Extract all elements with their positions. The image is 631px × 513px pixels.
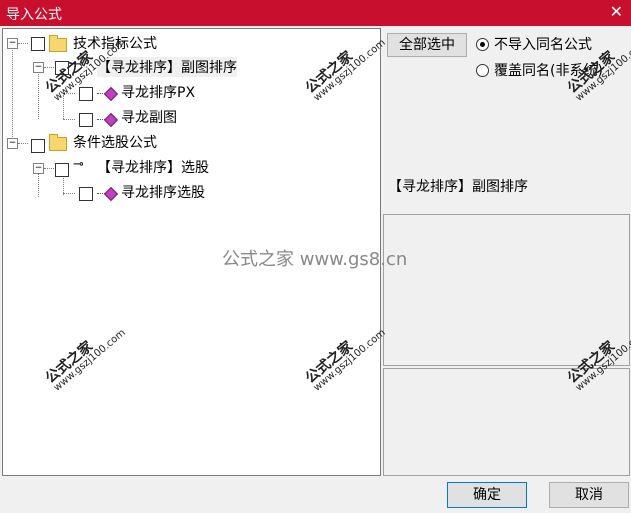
tree-line: [12, 43, 13, 143]
key-icon: ⊸: [73, 157, 84, 172]
tree-node-label[interactable]: 条件选股公式: [73, 132, 157, 152]
tree-node-label[interactable]: 【寻龙排序】选股: [97, 157, 209, 177]
center-watermark: 公式之家 www.gs8.cn: [222, 249, 408, 270]
checkbox[interactable]: [79, 113, 93, 127]
checkbox[interactable]: [79, 187, 93, 201]
tree-line: [18, 43, 28, 44]
cancel-button[interactable]: 取消: [549, 482, 629, 508]
formula-gem-icon: [103, 112, 119, 128]
collapse-toggle[interactable]: −: [33, 62, 44, 73]
tree-line: [44, 168, 54, 169]
description-panel: [383, 214, 630, 366]
tree-line: [63, 193, 75, 194]
checkbox[interactable]: [31, 37, 45, 51]
radio-overwrite[interactable]: [476, 64, 489, 77]
tree-line: [18, 143, 28, 144]
formula-gem-icon: [103, 86, 119, 102]
selected-formula-info: 【寻龙排序】副图排序: [384, 172, 628, 210]
select-all-button[interactable]: 全部选中: [387, 33, 467, 57]
selected-formula-name: 【寻龙排序】副图排序: [388, 179, 528, 195]
collapse-toggle[interactable]: −: [7, 138, 18, 149]
collapse-toggle[interactable]: −: [7, 38, 18, 49]
tree-node-label[interactable]: 寻龙排序选股: [121, 182, 205, 202]
tree-node-label[interactable]: 寻龙排序PX: [121, 82, 195, 102]
tree-node-label[interactable]: 寻龙副图: [121, 107, 177, 127]
folder-icon: [49, 134, 67, 151]
title-bar: 导入公式 ✕: [0, 0, 631, 26]
tree-line: [38, 71, 39, 119]
checkbox[interactable]: [55, 163, 69, 177]
checkbox[interactable]: [79, 87, 93, 101]
checkbox[interactable]: [31, 139, 45, 153]
window-title: 导入公式: [6, 7, 62, 23]
tree-line: [63, 119, 75, 120]
tree-line: [38, 171, 39, 197]
tree-node-label[interactable]: 【寻龙排序】副图排序: [97, 57, 237, 77]
formula-gem-icon: [103, 186, 119, 202]
tree-line: [44, 67, 54, 68]
close-icon[interactable]: ✕: [610, 2, 623, 21]
radio-no-import[interactable]: [476, 38, 489, 51]
ok-button[interactable]: 确定: [447, 482, 527, 508]
collapse-toggle[interactable]: −: [33, 163, 44, 174]
radio-no-import-label[interactable]: 不导入同名公式: [494, 34, 592, 54]
folder-icon: [49, 35, 67, 52]
